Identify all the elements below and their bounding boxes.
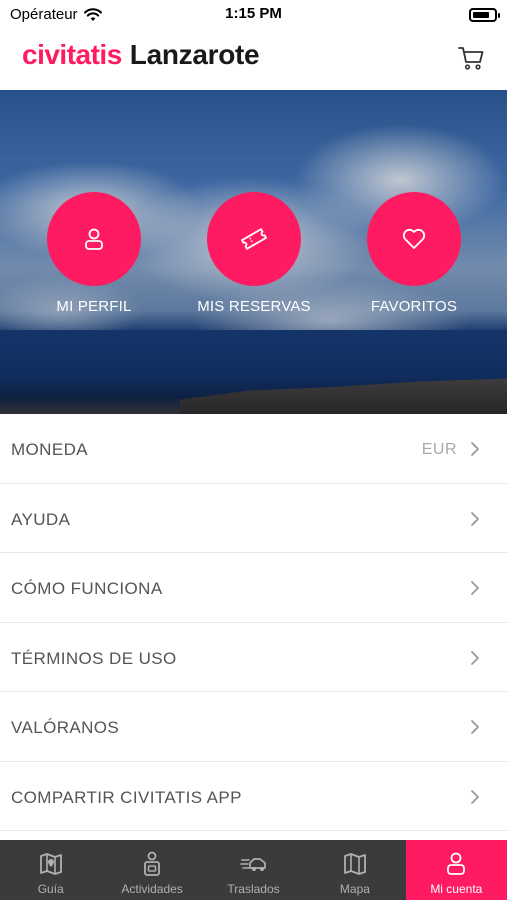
cart-button[interactable] — [457, 44, 485, 72]
tab-guide[interactable]: Guía — [0, 840, 101, 900]
favorites-label: FAVORITOS — [370, 298, 458, 315]
menu-item-label: AYUDA — [11, 509, 71, 529]
my-bookings-circle[interactable] — [207, 192, 301, 286]
settings-menu: MONEDA EUR AYUDA CÓMO FUNCIONA TÉRMINOS … — [0, 414, 507, 831]
hero-banner: MI PERFIL MIS RESERVAS FAVORITOS — [0, 90, 507, 414]
ticket-icon — [241, 228, 267, 250]
tab-activities[interactable]: Actividades — [101, 840, 202, 900]
menu-item-share-app[interactable]: COMPARTIR CIVITATIS APP — [0, 761, 507, 831]
tab-label: Mi cuenta — [430, 882, 483, 896]
my-profile-label: MI PERFIL — [56, 298, 132, 315]
tab-label: Traslados — [227, 882, 280, 896]
guide-map-icon — [39, 853, 62, 875]
app-header: civitatis Lanzarote — [0, 30, 507, 90]
menu-item-help[interactable]: AYUDA — [0, 483, 507, 553]
favorites-button[interactable]: FAVORITOS — [344, 192, 484, 315]
brand: civitatis Lanzarote — [22, 39, 260, 71]
activities-icon — [144, 851, 161, 876]
account-icon — [447, 852, 466, 875]
chevron-right-icon — [471, 720, 479, 734]
chevron-right-icon — [471, 442, 479, 456]
status-time: 1:15 PM — [225, 5, 282, 22]
map-icon — [344, 853, 366, 875]
favorites-circle[interactable] — [367, 192, 461, 286]
chevron-right-icon — [471, 511, 479, 526]
cart-icon — [458, 47, 484, 70]
menu-item-label: MONEDA — [11, 440, 89, 459]
tab-my-account[interactable]: Mi cuenta — [405, 840, 507, 900]
city-title: Lanzarote — [129, 39, 260, 70]
chevron-right-icon — [471, 581, 479, 595]
tab-label: Mapa — [339, 882, 370, 896]
status-bar: Opérateur 1:15 PM — [0, 0, 507, 30]
tab-label: Actividades — [121, 882, 183, 896]
menu-item-terms[interactable]: TÉRMINOS DE USO — [0, 622, 507, 692]
menu-item-currency[interactable]: MONEDA EUR — [0, 414, 507, 484]
tab-label: Guía — [37, 882, 64, 896]
menu-item-label: TÉRMINOS DE USO — [11, 648, 177, 668]
battery-icon — [469, 8, 500, 22]
bottom-tab-bar: Guía Actividades Traslados Mapa Mi cuent… — [0, 840, 507, 900]
my-profile-button[interactable]: MI PERFIL — [24, 192, 164, 315]
tab-transfers[interactable]: Traslados — [203, 840, 304, 900]
battery-level — [473, 12, 489, 18]
my-bookings-label: MIS RESERVAS — [197, 298, 311, 315]
my-profile-circle[interactable] — [47, 192, 141, 286]
menu-item-label: VALÓRANOS — [11, 718, 120, 737]
menu-item-label: COMPARTIR CIVITATIS APP — [11, 787, 242, 807]
chevron-right-icon — [471, 650, 479, 665]
transfer-car-icon — [239, 858, 266, 871]
user-icon — [85, 228, 103, 250]
currency-value: EUR — [421, 441, 457, 458]
menu-item-how-it-works[interactable]: CÓMO FUNCIONA — [0, 553, 507, 623]
chevron-right-icon — [471, 789, 479, 804]
civitatis-logo: civitatis — [22, 39, 122, 70]
heart-icon — [402, 228, 426, 249]
tab-map[interactable]: Mapa — [304, 840, 405, 900]
menu-item-label: CÓMO FUNCIONA — [11, 579, 163, 598]
menu-item-rate-us[interactable]: VALÓRANOS — [0, 692, 507, 762]
my-bookings-button[interactable]: MIS RESERVAS — [184, 192, 324, 315]
